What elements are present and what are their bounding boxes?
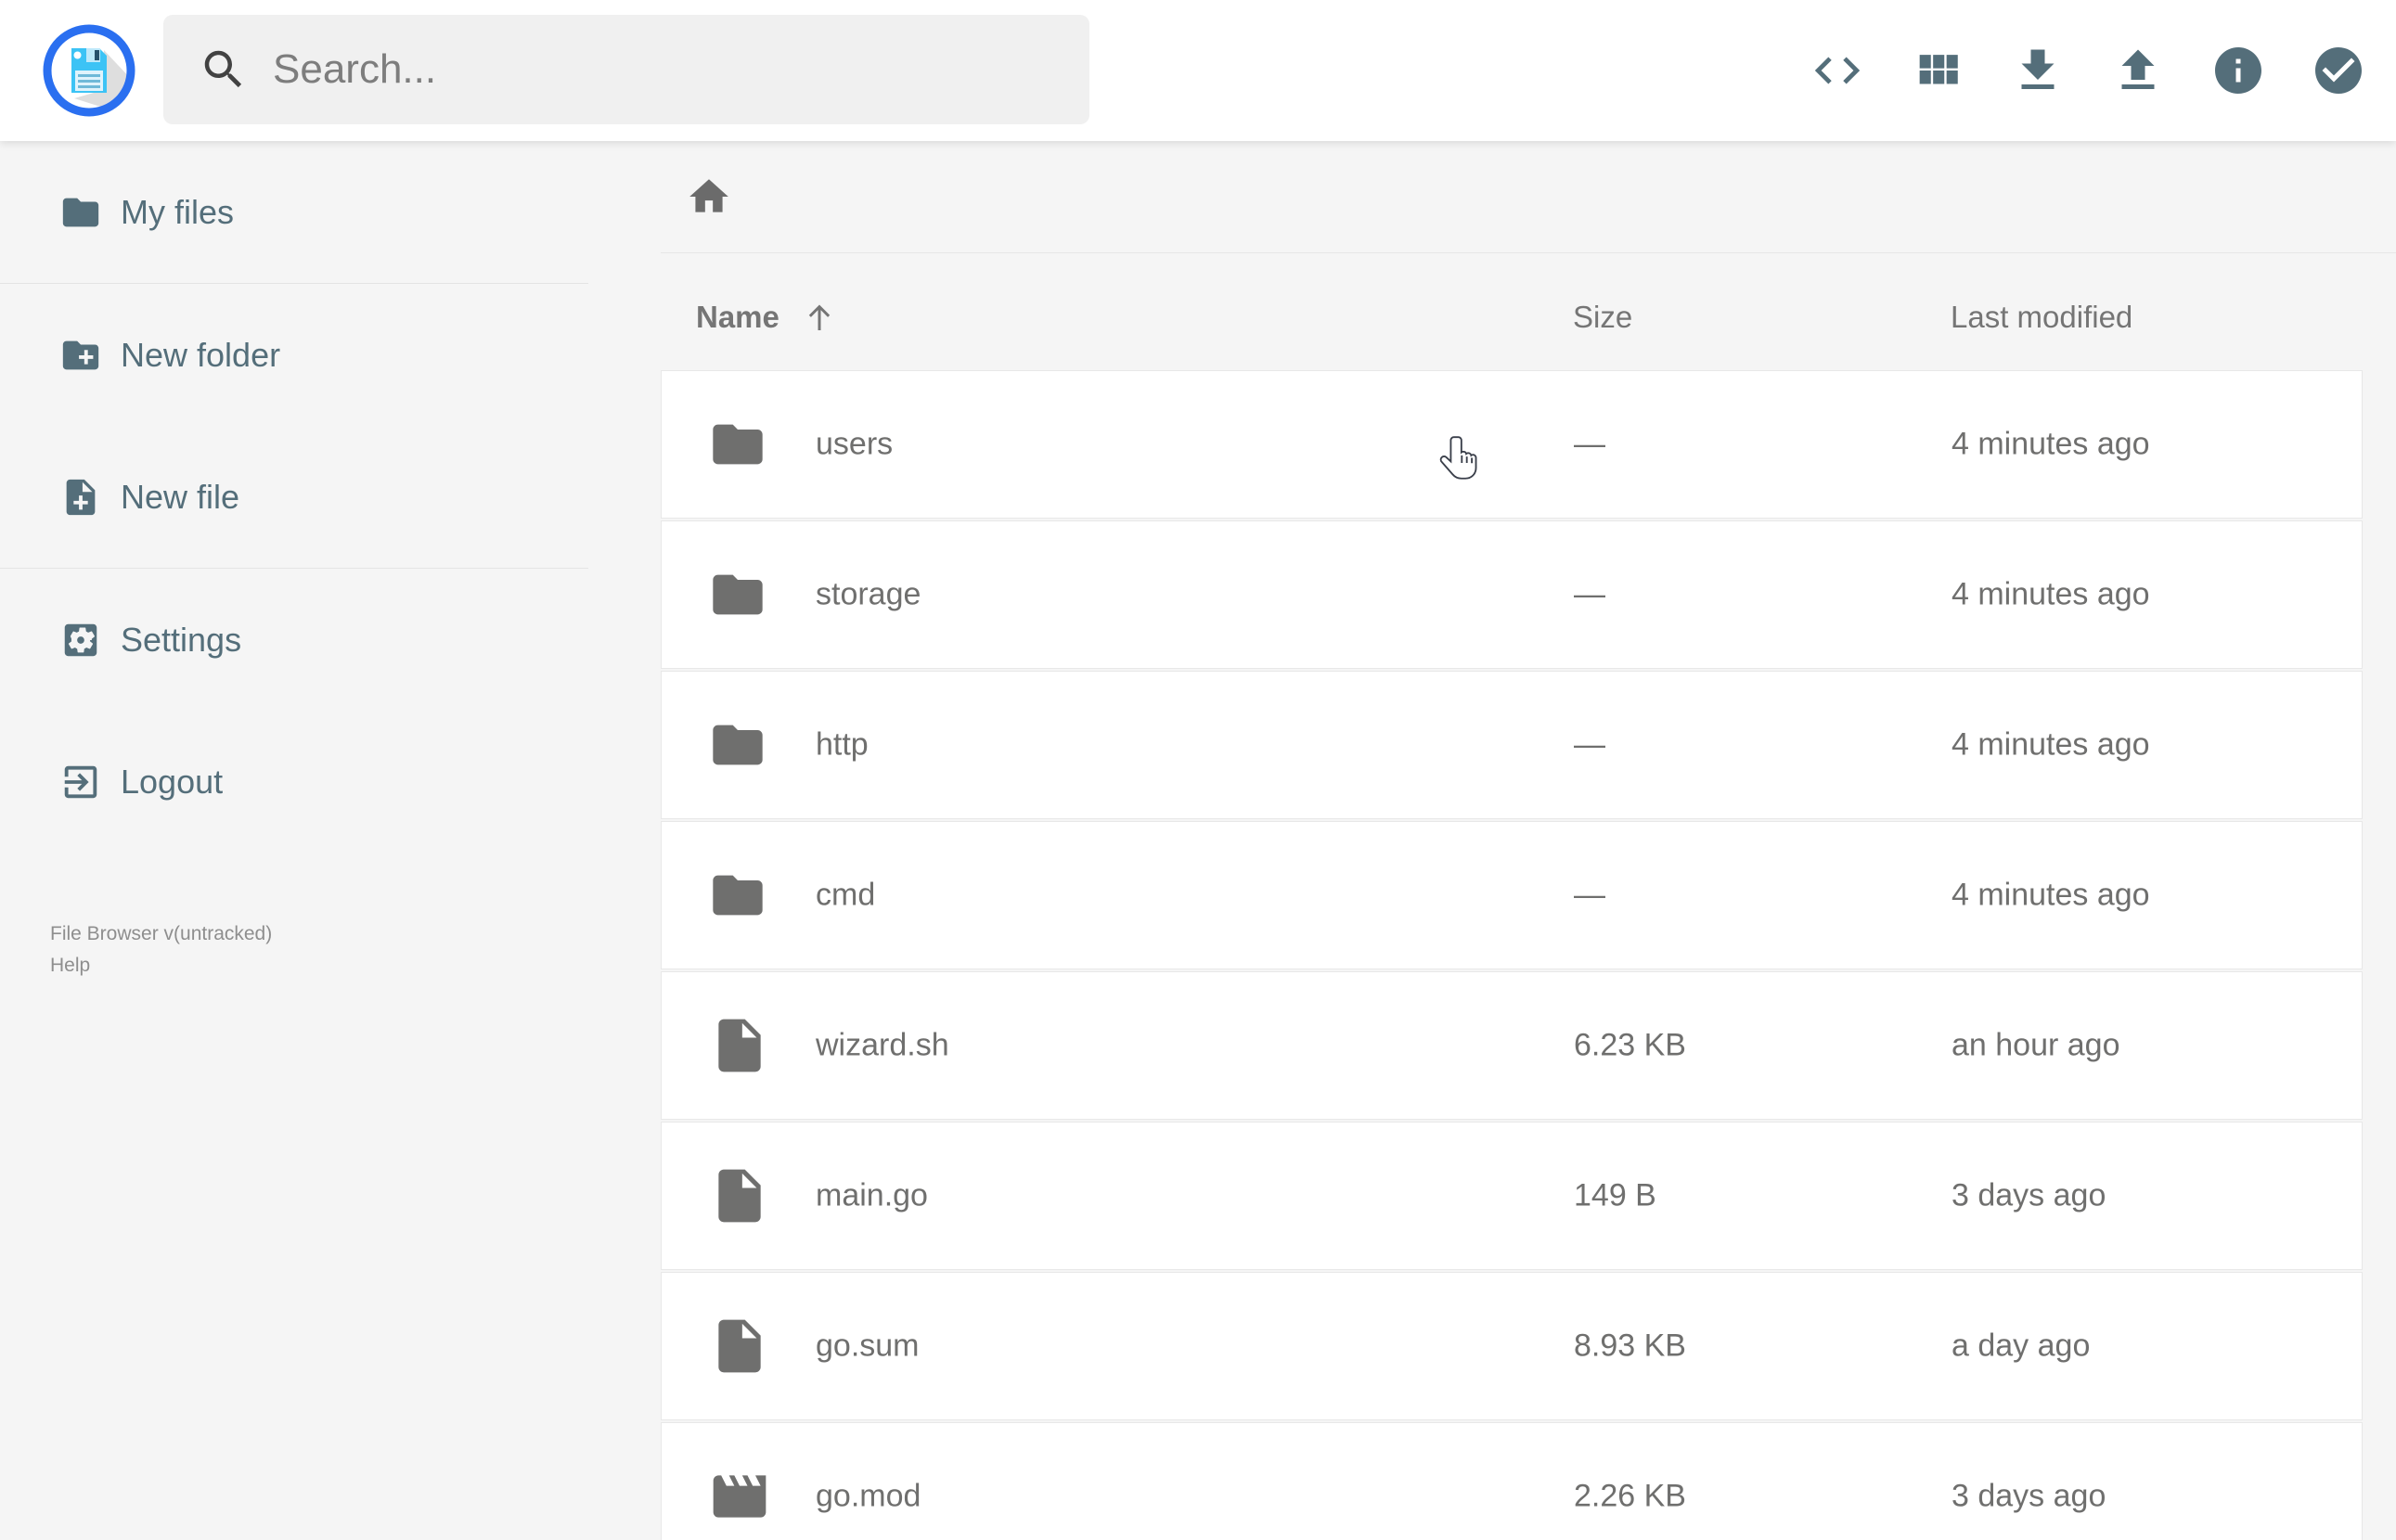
breadcrumb-divider: [661, 252, 2396, 253]
file-row-users[interactable]: users — 4 minutes ago: [661, 370, 2363, 519]
folder-icon: [713, 725, 763, 765]
grid-view-icon: [1919, 55, 1958, 84]
file-row-http[interactable]: http — 4 minutes ago: [661, 671, 2363, 819]
search-bar[interactable]: [163, 15, 1089, 124]
upload-button[interactable]: [2110, 43, 2166, 98]
sidebar-item-new-folder[interactable]: New folder: [0, 284, 588, 426]
file-size: —: [1574, 576, 1605, 612]
movie-icon: [713, 1475, 766, 1518]
create-new-folder-icon: [62, 340, 99, 369]
file-icon: [718, 1169, 761, 1223]
file-name: go.sum: [816, 1328, 920, 1364]
file-row-go-sum[interactable]: go.sum 8.93 KB a day ago: [661, 1272, 2363, 1420]
info-button[interactable]: [2210, 43, 2266, 98]
file-modified: an hour ago: [1952, 1027, 2120, 1063]
topbar: [0, 0, 2396, 141]
sidebar-footer: File Browser v(untracked) Help: [50, 918, 272, 982]
grid-view-button[interactable]: [1910, 43, 1965, 98]
sort-by-size-header[interactable]: Size: [1573, 300, 1632, 335]
column-label-modified: Last modified: [1951, 300, 2133, 334]
file-name: go.mod: [816, 1478, 921, 1514]
file-modified: a day ago: [1952, 1328, 2091, 1364]
column-label-size: Size: [1573, 300, 1633, 334]
note-add-icon: [66, 479, 96, 515]
settings-icon: [64, 623, 97, 656]
folder-icon: [62, 198, 99, 226]
folder-icon: [713, 574, 763, 615]
file-size: 2.26 KB: [1574, 1478, 1686, 1514]
sidebar-item-label: Logout: [121, 762, 224, 801]
search-icon: [204, 50, 242, 88]
code-icon: [1814, 57, 1861, 84]
file-size: 149 B: [1574, 1177, 1656, 1213]
file-modified: 4 minutes ago: [1952, 726, 2150, 763]
file-size: —: [1574, 877, 1605, 913]
file-row-go-mod[interactable]: go.mod 2.26 KB 3 days ago: [661, 1422, 2363, 1540]
code-view-button[interactable]: [1810, 43, 1865, 98]
folder-icon: [713, 875, 763, 916]
sidebar-item-label: New folder: [121, 335, 281, 374]
topbar-actions: [1810, 0, 2366, 141]
select-button[interactable]: [2311, 43, 2366, 98]
file-row-wizard-sh[interactable]: wizard.sh 6.23 KB an hour ago: [661, 971, 2363, 1120]
breadcrumb-home-button[interactable]: [685, 173, 733, 221]
search-input[interactable]: [273, 46, 1089, 93]
folder-icon: [713, 424, 763, 465]
logout-icon: [64, 765, 97, 798]
check-circle-icon: [2315, 47, 2362, 94]
sort-by-name-header[interactable]: Name: [696, 298, 839, 337]
file-name: wizard.sh: [816, 1027, 949, 1063]
file-size: —: [1574, 726, 1605, 763]
breadcrumb: [588, 141, 2396, 252]
file-row-storage[interactable]: storage — 4 minutes ago: [661, 520, 2363, 669]
file-modified: 4 minutes ago: [1952, 426, 2150, 462]
sidebar-item-label: My files: [121, 192, 235, 231]
download-button[interactable]: [2010, 43, 2066, 98]
version-text: File Browser v(untracked): [50, 923, 273, 944]
file-modified: 3 days ago: [1952, 1177, 2106, 1213]
download-icon: [2021, 49, 2055, 89]
app-logo[interactable]: [43, 24, 135, 117]
sidebar-item-my-files[interactable]: My files: [0, 141, 588, 283]
file-icon: [718, 1019, 761, 1072]
floppy-disk-logo-icon: [43, 24, 135, 117]
home-icon: [689, 179, 728, 212]
file-size: —: [1574, 426, 1605, 462]
file-listing-area: Name Size Last modified users — 4 minute…: [588, 141, 2396, 1540]
file-row-main-go[interactable]: main.go 149 B 3 days ago: [661, 1122, 2363, 1270]
file-icon: [718, 1319, 761, 1373]
sidebar: My files New folder New file Settings Lo…: [0, 141, 588, 1540]
info-icon: [2215, 47, 2261, 94]
sidebar-item-settings[interactable]: Settings: [0, 569, 588, 711]
file-name: http: [816, 726, 869, 763]
sort-ascending-icon: [808, 304, 831, 330]
help-link[interactable]: Help: [50, 950, 90, 982]
sort-by-modified-header[interactable]: Last modified: [1951, 300, 2132, 335]
file-modified: 3 days ago: [1952, 1478, 2106, 1514]
column-label-name: Name: [696, 300, 779, 334]
file-size: 8.93 KB: [1574, 1328, 1686, 1364]
sidebar-item-label: New file: [121, 477, 240, 516]
upload-icon: [2121, 49, 2155, 89]
file-list: users — 4 minutes ago storage — 4 minute…: [661, 370, 2363, 1540]
listing-header: Name Size Last modified: [588, 280, 2396, 354]
sidebar-item-label: Settings: [121, 620, 242, 659]
file-name: main.go: [816, 1177, 928, 1213]
file-name: storage: [816, 576, 921, 612]
file-name: users: [816, 426, 894, 462]
file-modified: 4 minutes ago: [1952, 576, 2150, 612]
sidebar-item-logout[interactable]: Logout: [0, 711, 588, 853]
file-size: 6.23 KB: [1574, 1027, 1686, 1063]
file-modified: 4 minutes ago: [1952, 877, 2150, 913]
sidebar-item-new-file[interactable]: New file: [0, 426, 588, 568]
file-name: cmd: [816, 877, 876, 913]
file-row-cmd[interactable]: cmd — 4 minutes ago: [661, 821, 2363, 969]
